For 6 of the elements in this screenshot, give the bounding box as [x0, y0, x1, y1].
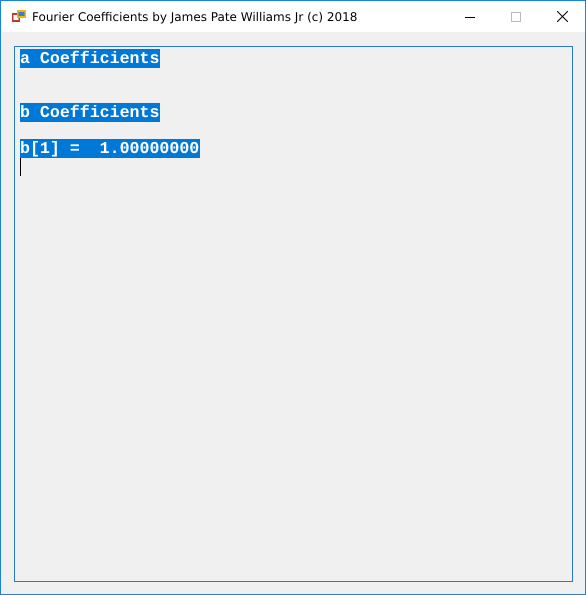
app-icon [12, 10, 26, 23]
text-caret [20, 158, 21, 176]
text-box[interactable]: a Coefficients b Coefficients b[1] = 1.00000000 [14, 46, 573, 582]
maximize-icon [511, 12, 521, 22]
close-icon [556, 11, 568, 22]
window-title: Fourier Coefficients by James Pate Williams Jr (c) 2018 [32, 10, 358, 24]
